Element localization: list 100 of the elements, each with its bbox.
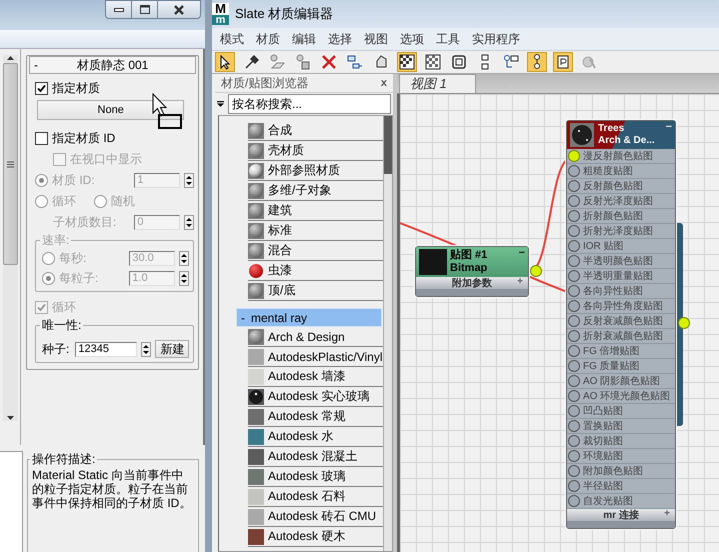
material-list-item[interactable]: Autodesk 实心玻璃 [248,387,383,407]
rollout-header[interactable]: - 材质静态 001 [29,56,196,74]
material-list-item[interactable]: 虫漆 [248,261,383,281]
material-list-item[interactable]: 多维/子对象 [248,181,383,201]
number-field[interactable]: 12345 [75,342,138,356]
group-header[interactable]: - mental ray [236,308,382,327]
input-port[interactable] [568,390,580,402]
material-list-item[interactable]: Arch & Design [248,327,383,347]
input-port[interactable] [568,150,580,162]
search-field[interactable]: 按名称搜索... [228,94,391,114]
slot-label: 反射颜色贴图 [583,180,643,193]
map-node[interactable]: 贴图 #1 Bitmap − 附加参数 + [415,246,529,297]
material-list-item[interactable]: 建筑 [248,201,383,221]
input-port[interactable] [568,165,580,177]
input-port[interactable] [568,420,580,432]
material-list-item[interactable]: Autodesk 水 [248,427,383,447]
material-list-item[interactable]: Autodesk 砖石 CMU [248,507,383,527]
menu-item[interactable]: 选项 [400,30,424,48]
menu-item[interactable]: 选择 [328,30,352,48]
collapse-toggle[interactable]: - [241,310,245,324]
material-list-item[interactable]: 标准 [248,221,383,241]
checkbox-label: 指定材质 [52,80,100,96]
menu-item[interactable]: 编辑 [292,30,316,48]
frame-icon [451,54,467,70]
slot-label: 环境贴图 [583,450,623,463]
toolbar-button[interactable] [215,52,235,72]
input-port[interactable] [568,180,580,192]
input-port[interactable] [568,405,580,417]
material-list-item[interactable]: AutodeskPlastic/Vinyl [248,347,383,367]
material-list-item[interactable]: Autodesk 硬木 [248,527,383,547]
footer-label: 附加参数 [452,276,492,290]
input-port[interactable] [568,210,580,222]
toolbar-button[interactable] [423,52,443,72]
material-list-item[interactable]: Autodesk 混凝土 [248,447,383,467]
group-title: 唯一性: [40,317,84,334]
output-port[interactable] [530,265,542,277]
node-footer[interactable]: mr 连接 + [567,509,675,521]
expand-toggle[interactable]: + [517,276,523,287]
menu-item[interactable]: 模式 [220,30,244,48]
input-port[interactable] [568,360,580,372]
spinner-arrows-icon [141,342,152,356]
material-button[interactable]: None [37,100,184,120]
new-button[interactable]: 新建 [155,340,190,358]
close-button[interactable] [157,0,201,19]
material-list-item[interactable]: Autodesk 常规 [248,407,383,427]
slot-label: AO 阴影颜色贴图 [583,374,660,388]
scrollbar[interactable] [3,55,18,421]
checkbox[interactable] [35,132,48,144]
input-port[interactable] [568,255,580,267]
menu-item[interactable]: 视图 [364,30,388,48]
input-port[interactable] [568,225,580,237]
input-port[interactable] [568,345,580,357]
spinner-arrows-icon [179,250,190,266]
material-list-item[interactable]: 混合 [248,241,383,261]
scroll-thumb[interactable] [3,63,18,265]
input-port[interactable] [568,285,580,297]
toolbar-button[interactable] [397,52,417,72]
output-port[interactable] [678,317,690,329]
material-list-item[interactable]: Autodesk 石料 [248,487,383,507]
collapse-toggle[interactable]: - [34,58,54,72]
input-port[interactable] [568,315,580,327]
toolbar-button[interactable] [553,52,573,72]
input-port[interactable] [568,375,580,387]
node-footer[interactable]: 附加参数 + [416,277,528,289]
input-port[interactable] [568,195,580,207]
input-port[interactable] [568,495,580,507]
input-port[interactable] [568,300,580,312]
node-move-icon [347,54,363,70]
scrollbar[interactable] [382,116,392,551]
expand-toggle[interactable]: + [664,508,670,519]
minimize-button[interactable] [105,0,131,19]
input-port[interactable] [568,435,580,447]
node-tree-icon [503,54,519,70]
scroll-thumb[interactable] [384,116,392,174]
input-port[interactable] [568,465,580,477]
view-tab[interactable]: 视图 1 [399,74,476,93]
material-list-item[interactable]: Autodesk 玻璃 [248,467,383,487]
collapse-toggle[interactable]: − [666,121,672,133]
material-list-item[interactable]: 壳材质 [248,141,383,161]
material-list-item[interactable]: 合成 [248,121,383,141]
maximize-button[interactable] [131,0,157,19]
input-port[interactable] [568,270,580,282]
toolbar-button[interactable] [527,52,547,72]
menu-item[interactable]: 实用程序 [472,30,520,48]
material-list-item[interactable]: 顶/底 [248,281,383,301]
close-button[interactable]: x [380,77,387,89]
slot-label: 反射光泽度贴图 [583,194,653,208]
description-title: 操作符描述: [30,451,98,468]
input-port[interactable] [568,480,580,492]
material-node[interactable] [566,120,676,529]
input-port[interactable] [568,450,580,462]
input-port[interactable] [568,240,580,252]
material-list-item[interactable]: 外部参照材质 [248,161,383,181]
menu-item[interactable]: 工具 [436,30,460,48]
parameter-icon [555,54,571,70]
input-port[interactable] [568,330,580,342]
menu-item[interactable]: 材质 [256,30,280,48]
collapse-toggle[interactable]: − [518,247,525,259]
material-list-item[interactable]: Autodesk 墙漆 [248,367,383,387]
checkbox[interactable] [35,82,48,94]
